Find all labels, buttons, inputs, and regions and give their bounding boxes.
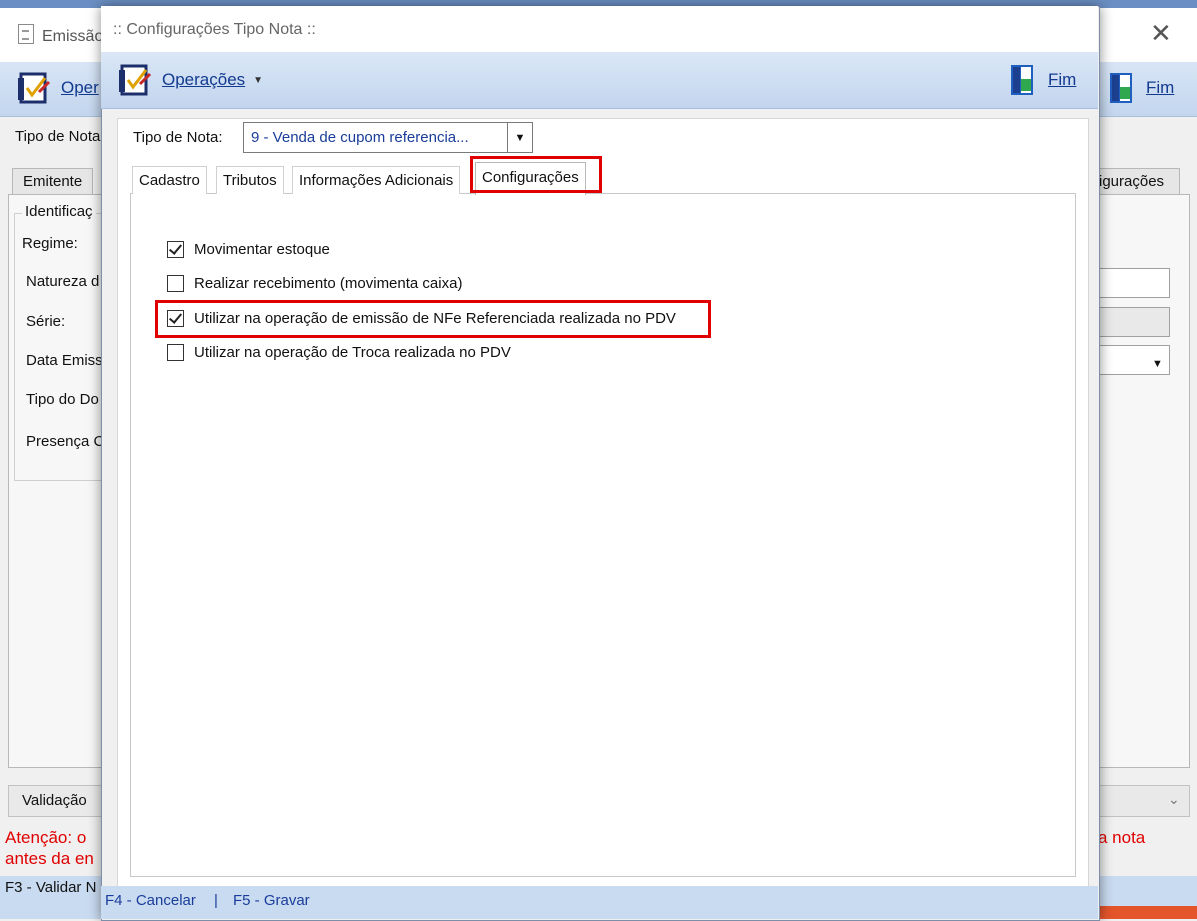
bg-field-label: Série: [26, 313, 66, 330]
option-label: Movimentar estoque [194, 241, 330, 258]
operations-button[interactable]: Operações ▼ [116, 62, 263, 98]
highlight-box-tab [470, 156, 602, 193]
operations-icon [119, 64, 152, 96]
dropdown-arrow-icon[interactable]: ▼ [1152, 358, 1163, 370]
bg-warning-text: Atenção: o [5, 828, 87, 847]
tab-page-configuracoes [130, 193, 1076, 877]
bg-operations-button[interactable]: Oper [61, 78, 99, 98]
exit-button[interactable]: Fim [1008, 62, 1076, 98]
operations-label: Operações [162, 70, 246, 89]
exit-door-icon [1011, 65, 1033, 95]
bg-field-label: Tipo do Do [26, 391, 99, 408]
chevron-down-icon[interactable]: ⌄ [1168, 791, 1180, 808]
bg-warning-text-right: a nota [1098, 828, 1146, 847]
exit-label: Fim [1048, 70, 1077, 89]
dialog-title: :: Configurações Tipo Nota :: [113, 21, 316, 38]
status-separator: | [214, 892, 218, 909]
checkbox-checked-icon[interactable] [167, 241, 184, 258]
bg-field-label: Presença C [26, 433, 105, 450]
tab-tributos[interactable]: Tributos [216, 166, 284, 194]
bg-readonly-input [1098, 307, 1170, 337]
bg-text-input[interactable] [1098, 268, 1170, 298]
bg-window-title: Emissão [42, 28, 104, 45]
save-shortcut[interactable]: F5 - Gravar [233, 892, 310, 909]
caret-down-icon: ▼ [253, 74, 264, 86]
highlight-box-option [155, 300, 711, 338]
exit-door-icon[interactable] [1107, 71, 1139, 105]
checkbox-unchecked-icon[interactable] [167, 275, 184, 292]
option-movimentar-estoque[interactable]: Movimentar estoque [167, 241, 330, 258]
tipo-nota-value: 9 - Venda de cupom referencia... [251, 129, 469, 146]
bg-tab-emitente[interactable]: Emitente [12, 168, 94, 195]
bg-warning-text: antes da en [5, 849, 94, 868]
bg-tab-configuracoes[interactable]: igurações [1088, 168, 1180, 195]
bg-field-label: Regime: [22, 235, 78, 252]
bg-field-label: Natureza d [26, 273, 100, 290]
option-troca-pdv[interactable]: Utilizar na operação de Troca realizada … [167, 344, 511, 361]
bg-tipo-nota-label: Tipo de Nota [15, 128, 101, 145]
option-label: Utilizar na operação de Troca realizada … [194, 344, 511, 361]
operations-icon[interactable] [15, 70, 53, 106]
checkbox-unchecked-icon[interactable] [167, 344, 184, 361]
bg-validation-label: Validação [22, 792, 87, 809]
tab-cadastro[interactable]: Cadastro [132, 166, 207, 194]
dropdown-arrow-icon[interactable]: ▼ [507, 123, 532, 152]
document-icon [18, 24, 34, 44]
close-icon[interactable]: ✕ [1150, 20, 1172, 46]
bg-field-label: Data Emiss [26, 352, 103, 369]
cancel-shortcut[interactable]: F4 - Cancelar [105, 892, 196, 909]
bg-group-title: Identificaç [22, 203, 96, 220]
bg-status-text[interactable]: F3 - Validar N [5, 879, 96, 896]
tipo-nota-select[interactable]: 9 - Venda de cupom referencia... ▼ [243, 122, 533, 153]
bg-exit-button[interactable]: Fim [1146, 78, 1174, 98]
tab-informacoes-adicionais[interactable]: Informações Adicionais [292, 166, 461, 194]
option-label: Realizar recebimento (movimenta caixa) [194, 275, 463, 292]
tipo-nota-label: Tipo de Nota: [133, 129, 223, 146]
option-realizar-recebimento[interactable]: Realizar recebimento (movimenta caixa) [167, 275, 462, 292]
